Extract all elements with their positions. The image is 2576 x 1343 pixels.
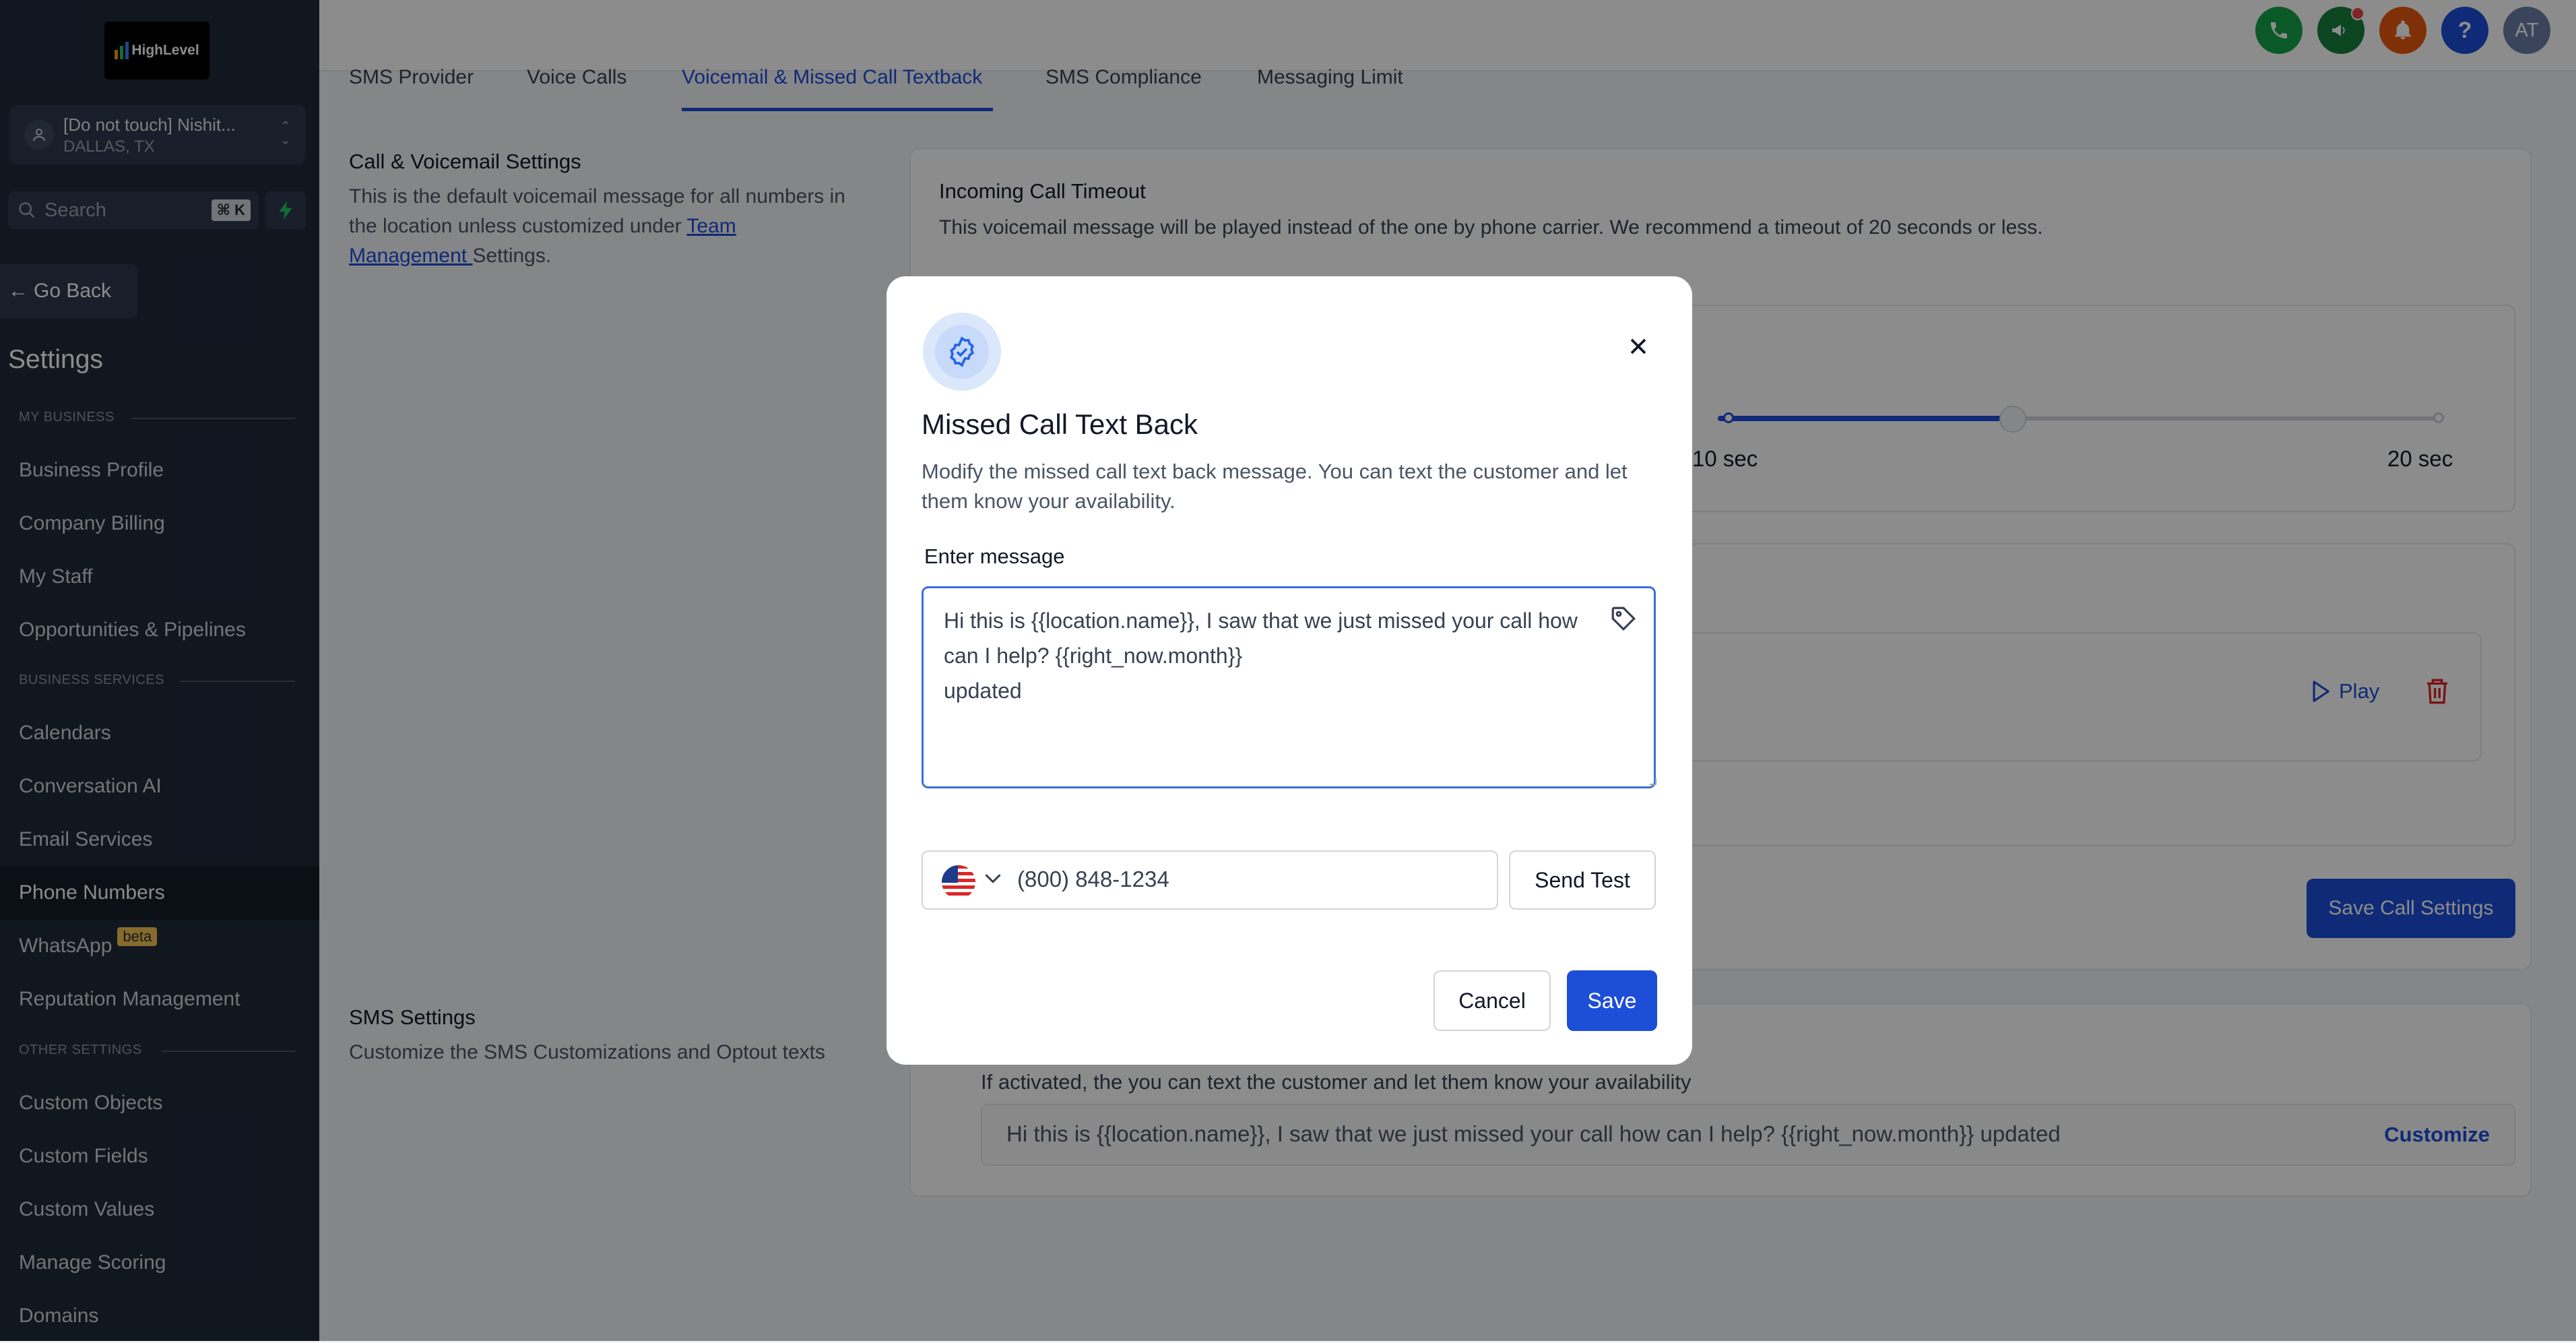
- modal-icon-badge: [923, 313, 1001, 391]
- cancel-button[interactable]: Cancel: [1434, 970, 1551, 1031]
- country-dropdown-button[interactable]: [984, 872, 1002, 889]
- modal-title: Missed Call Text Back: [922, 408, 1198, 440]
- close-modal-button[interactable]: [1621, 329, 1656, 364]
- message-text: Hi this is {{location.name}}, I saw that…: [944, 608, 1578, 703]
- phone-number-input[interactable]: (800) 848-1234: [922, 850, 1498, 910]
- insert-tag-button[interactable]: [1609, 604, 1638, 636]
- modal-description: Modify the missed call text back message…: [922, 460, 1628, 513]
- missed-call-text-back-modal: Missed Call Text Back Modify the missed …: [887, 276, 1692, 1065]
- resize-handle[interactable]: [1650, 778, 1656, 785]
- us-flag-icon[interactable]: [942, 865, 975, 899]
- close-icon: [1630, 338, 1646, 354]
- phone-number-value: (800) 848-1234: [1017, 867, 1169, 892]
- shield-check-icon: [950, 336, 974, 367]
- message-textarea[interactable]: Hi this is {{location.name}}, I saw that…: [922, 586, 1656, 788]
- save-button[interactable]: Save: [1567, 970, 1657, 1031]
- chevron-down-icon: [985, 874, 1001, 883]
- message-label: Enter message: [924, 544, 1065, 568]
- send-test-button[interactable]: Send Test: [1509, 850, 1656, 910]
- tag-icon: [1611, 606, 1636, 631]
